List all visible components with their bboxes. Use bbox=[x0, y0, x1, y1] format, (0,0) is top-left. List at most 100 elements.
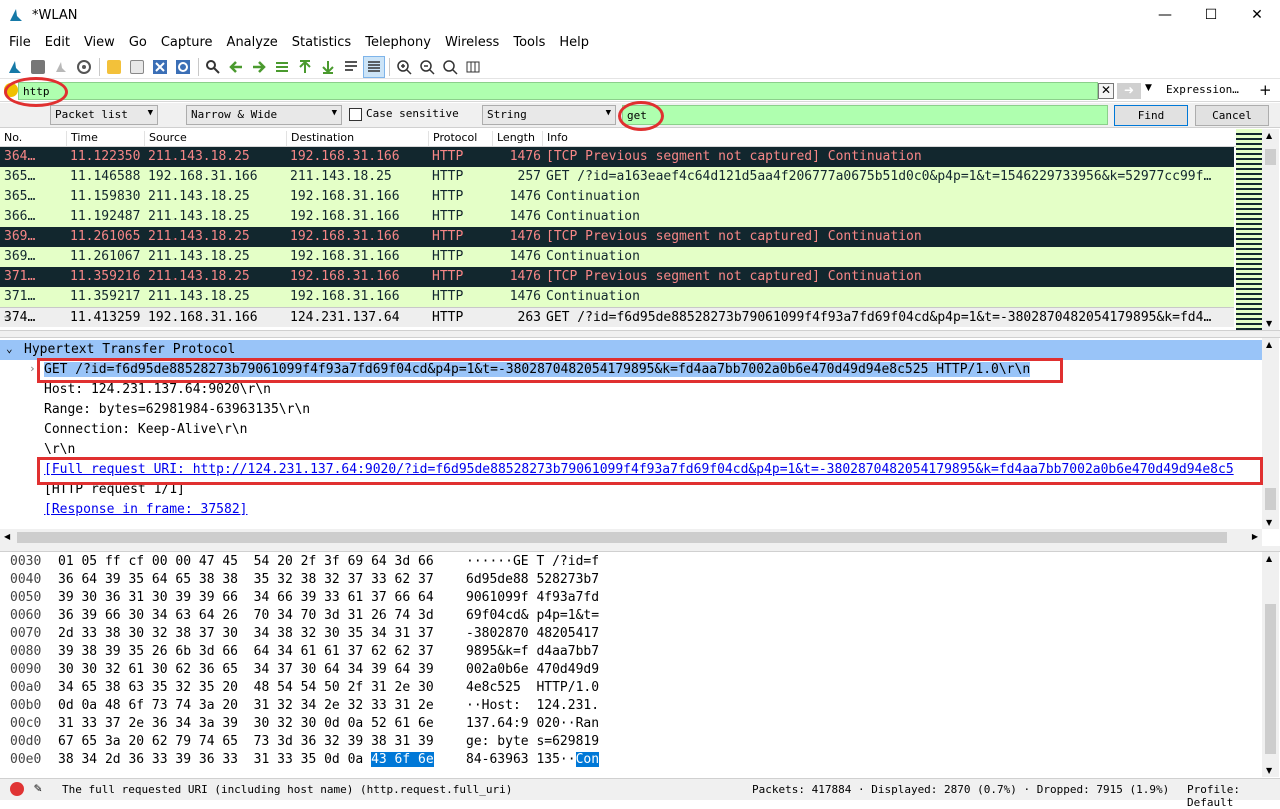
packet-cell-dst: 124.231.137.64 bbox=[290, 310, 400, 325]
collapse-chevron-icon[interactable]: ⌄ bbox=[6, 342, 13, 355]
column-length[interactable]: Length bbox=[492, 131, 535, 146]
close-button[interactable]: ✕ bbox=[1234, 0, 1280, 30]
packet-minimap[interactable] bbox=[1236, 129, 1262, 330]
column-info[interactable]: Info bbox=[542, 131, 568, 146]
status-profile[interactable]: Profile: Default bbox=[1187, 783, 1280, 809]
start-capture-icon[interactable] bbox=[4, 56, 26, 78]
restart-capture-icon[interactable] bbox=[50, 56, 72, 78]
case-sensitive-checkbox[interactable] bbox=[349, 108, 362, 121]
display-filter-input[interactable] bbox=[18, 82, 1098, 100]
expert-info-icon[interactable] bbox=[10, 782, 24, 796]
column-destination[interactable]: Destination bbox=[286, 131, 354, 146]
menu-help[interactable]: Help bbox=[552, 35, 596, 50]
colorize-icon[interactable] bbox=[363, 55, 385, 78]
add-filter-button[interactable]: + bbox=[1259, 81, 1272, 99]
details-vscrollbar[interactable]: ▲ ▼ bbox=[1262, 338, 1279, 529]
scroll-up-icon[interactable]: ▲ bbox=[1266, 340, 1272, 349]
go-forward-icon[interactable] bbox=[248, 56, 270, 78]
bytes-hex: 36 39 66 30 34 63 64 26 70 34 70 3d 31 2… bbox=[58, 608, 434, 623]
minimize-button[interactable]: — bbox=[1142, 0, 1188, 30]
expand-chevron-icon[interactable]: › bbox=[29, 362, 36, 375]
menu-view[interactable]: View bbox=[77, 35, 122, 50]
scroll-down-icon[interactable]: ▼ bbox=[1266, 766, 1272, 775]
bytes-asc: ······GE T /?id=f bbox=[466, 554, 600, 569]
menu-analyze[interactable]: Analyze bbox=[220, 35, 285, 50]
find-packet-icon[interactable] bbox=[202, 56, 224, 78]
scroll-down-icon[interactable]: ▼ bbox=[1266, 319, 1272, 328]
bytes-off: 0050 bbox=[10, 590, 42, 605]
bytes-asc: 6d95de88 528273b7 bbox=[466, 572, 600, 587]
menu-go[interactable]: Go bbox=[122, 35, 154, 50]
go-last-icon[interactable] bbox=[317, 56, 339, 78]
column-no[interactable]: No. bbox=[0, 131, 22, 146]
zoom-normal-icon[interactable] bbox=[439, 56, 461, 78]
packet-row[interactable]: 366… 11.192487 211.143.18.25 192.168.31.166… bbox=[0, 207, 1234, 227]
pane-splitter[interactable] bbox=[0, 330, 1280, 338]
menu-tools[interactable]: Tools bbox=[506, 35, 552, 50]
menu-capture[interactable]: Capture bbox=[154, 35, 220, 50]
packet-row[interactable]: 371… 11.359217 211.143.18.25 192.168.31.166… bbox=[0, 287, 1234, 307]
zoom-out-icon[interactable] bbox=[416, 56, 438, 78]
go-first-icon[interactable] bbox=[294, 56, 316, 78]
capture-comment-icon[interactable]: ✎ bbox=[34, 781, 42, 796]
details-hscrollbar[interactable]: ◀ ▶ bbox=[0, 529, 1262, 546]
detail-response-link[interactable]: [Response in frame: 37582] bbox=[44, 502, 248, 517]
close-file-icon[interactable] bbox=[149, 56, 171, 78]
go-back-icon[interactable] bbox=[225, 56, 247, 78]
bytes-hex: 67 65 3a 20 62 79 74 65 73 3d 36 32 39 3… bbox=[58, 734, 434, 749]
packet-row[interactable]: 364… 11.122350 211.143.18.25 192.168.31.166… bbox=[0, 147, 1234, 167]
packet-row[interactable]: 369… 11.261067 211.143.18.25 192.168.31.166… bbox=[0, 247, 1234, 267]
detail-host: Host: 124.231.137.64:9020\r\n bbox=[44, 382, 271, 397]
packet-row[interactable]: 369… 11.261065 211.143.18.25 192.168.31.166… bbox=[0, 227, 1234, 247]
find-query-input[interactable] bbox=[622, 105, 1108, 125]
packet-row[interactable]: 365… 11.146588 192.168.31.166 211.143.18.25… bbox=[0, 167, 1234, 187]
filter-history-icon[interactable]: ▼ bbox=[1145, 83, 1152, 93]
packet-cell-info: [TCP Previous segment not captured] Cont… bbox=[546, 229, 922, 244]
char-width-value: Narrow & Wide bbox=[191, 108, 278, 121]
go-to-packet-icon[interactable] bbox=[271, 56, 293, 78]
scroll-up-icon[interactable]: ▲ bbox=[1266, 554, 1272, 563]
packet-cell-len: 1476 bbox=[509, 189, 541, 204]
column-protocol[interactable]: Protocol bbox=[428, 131, 477, 146]
stop-capture-icon[interactable] bbox=[27, 56, 49, 78]
scroll-down-icon[interactable]: ▼ bbox=[1266, 518, 1272, 527]
capture-options-icon[interactable] bbox=[73, 56, 95, 78]
column-source[interactable]: Source bbox=[144, 131, 187, 146]
scroll-thumb[interactable] bbox=[1265, 488, 1276, 510]
scroll-right-icon[interactable]: ▶ bbox=[1252, 532, 1258, 541]
packet-cell-len: 1476 bbox=[509, 289, 541, 304]
menu-telephony[interactable]: Telephony bbox=[358, 35, 438, 50]
search-type-select[interactable]: String ▼ bbox=[482, 105, 616, 125]
bytes-off: 0060 bbox=[10, 608, 42, 623]
menu-statistics[interactable]: Statistics bbox=[285, 35, 358, 50]
menu-wireless[interactable]: Wireless bbox=[438, 35, 506, 50]
open-file-icon[interactable] bbox=[103, 56, 125, 78]
autoscroll-icon[interactable] bbox=[340, 56, 362, 78]
cancel-button[interactable]: Cancel bbox=[1195, 105, 1269, 126]
scroll-up-icon[interactable]: ▲ bbox=[1266, 131, 1272, 140]
reload-file-icon[interactable] bbox=[172, 56, 194, 78]
maximize-button[interactable]: ☐ bbox=[1188, 0, 1234, 30]
menu-edit[interactable]: Edit bbox=[38, 35, 77, 50]
char-width-select[interactable]: Narrow & Wide ▼ bbox=[186, 105, 342, 125]
scroll-thumb[interactable] bbox=[17, 532, 1227, 543]
search-scope-select[interactable]: Packet list ▼ bbox=[50, 105, 158, 125]
zoom-in-icon[interactable] bbox=[393, 56, 415, 78]
save-file-icon[interactable] bbox=[126, 56, 148, 78]
expression-button[interactable]: Expression… bbox=[1166, 83, 1239, 96]
menu-file[interactable]: File bbox=[2, 35, 38, 50]
column-time[interactable]: Time bbox=[66, 131, 98, 146]
packet-row[interactable]: 365… 11.159830 211.143.18.25 192.168.31.166… bbox=[0, 187, 1234, 207]
detail-row-http[interactable]: ⌄ Hypertext Transfer Protocol bbox=[0, 340, 1262, 360]
scroll-thumb[interactable] bbox=[1265, 604, 1276, 754]
filter-apply-icon[interactable]: ➜ bbox=[1117, 83, 1141, 99]
packet-row[interactable]: 374… 11.413259 192.168.31.166 124.231.137.6… bbox=[0, 307, 1234, 327]
resize-columns-icon[interactable] bbox=[462, 56, 484, 78]
packet-row[interactable]: 371… 11.359216 211.143.18.25 192.168.31.166… bbox=[0, 267, 1234, 287]
packet-list-scrollbar[interactable]: ▲ ▼ bbox=[1262, 129, 1279, 330]
find-button[interactable]: Find bbox=[1114, 105, 1188, 126]
bytes-scrollbar[interactable]: ▲ ▼ bbox=[1262, 552, 1279, 777]
scroll-thumb[interactable] bbox=[1265, 149, 1276, 165]
scroll-left-icon[interactable]: ◀ bbox=[4, 532, 10, 541]
filter-clear-icon[interactable]: ✕ bbox=[1098, 83, 1114, 99]
